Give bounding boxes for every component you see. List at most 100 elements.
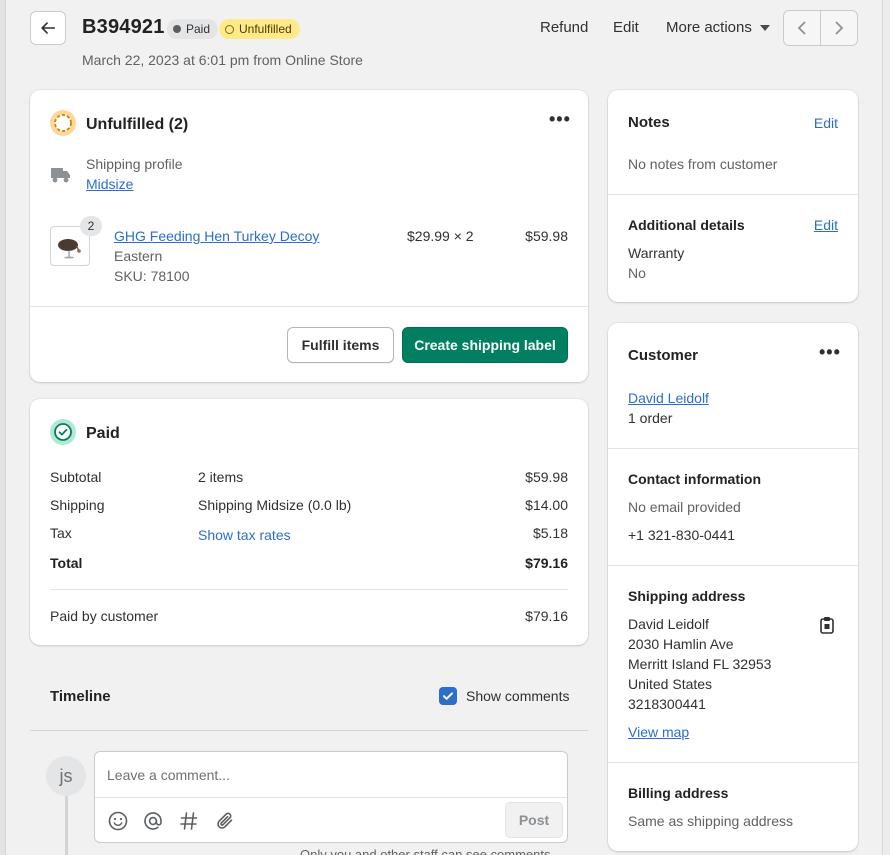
copy-clipboard-icon[interactable] bbox=[819, 616, 835, 637]
order-date-source: March 22, 2023 at 6:01 pm from Online St… bbox=[82, 52, 363, 68]
unfulfilled-more-icon[interactable]: ••• bbox=[549, 109, 571, 130]
fulfillment-status-badge: Unfulfilled bbox=[219, 19, 300, 39]
timeline-line bbox=[65, 796, 68, 855]
edit-order-button[interactable]: Edit bbox=[613, 19, 639, 36]
order-pager bbox=[783, 10, 858, 46]
tax-label: Tax bbox=[50, 525, 72, 541]
paid-by-label: Paid by customer bbox=[50, 608, 159, 624]
chevron-right-icon bbox=[835, 21, 844, 35]
notes-title: Notes bbox=[628, 114, 670, 131]
next-order-button[interactable] bbox=[821, 11, 857, 45]
fulfill-items-button[interactable]: Fulfill items bbox=[287, 327, 394, 363]
shipping-address-line: United States bbox=[628, 676, 713, 692]
unfulfilled-card: Unfulfilled (2) ••• Shipping profile Mid… bbox=[30, 90, 588, 382]
caret-down-icon bbox=[759, 24, 770, 31]
truck-icon bbox=[50, 166, 72, 187]
chevron-left-icon bbox=[797, 21, 806, 35]
paid-title: Paid bbox=[86, 425, 120, 442]
customer-divider-2 bbox=[608, 565, 858, 566]
product-variant: Eastern bbox=[114, 248, 163, 264]
refund-button[interactable]: Refund bbox=[540, 19, 588, 36]
comment-composer: Post bbox=[94, 751, 568, 843]
more-actions-label: More actions bbox=[666, 19, 752, 36]
fulfillment-status-label: Unfulfilled bbox=[239, 22, 292, 36]
tax-value: $5.18 bbox=[532, 525, 568, 541]
customer-email: No email provided bbox=[628, 499, 741, 515]
shipping-address-line: David Leidolf bbox=[628, 616, 709, 632]
attachment-icon[interactable] bbox=[214, 810, 236, 832]
edit-notes-button[interactable]: Edit bbox=[814, 115, 838, 131]
comments-visibility-note: Only you and other staff can see comment… bbox=[300, 847, 551, 855]
customer-more-icon[interactable]: ••• bbox=[819, 342, 841, 363]
contact-info-title: Contact information bbox=[628, 471, 761, 487]
unfulfilled-title: Unfulfilled (2) bbox=[86, 116, 189, 133]
shipping-address-title: Shipping address bbox=[628, 588, 746, 604]
back-button[interactable] bbox=[30, 11, 66, 45]
customer-title: Customer bbox=[628, 347, 699, 364]
customer-phone: +1 321-830-0441 bbox=[628, 527, 736, 543]
show-tax-rates-link[interactable]: Show tax rates bbox=[198, 527, 291, 543]
payment-status-badge: Paid bbox=[167, 19, 219, 39]
timeline-title: Timeline bbox=[50, 688, 111, 705]
shipping-address-line: 2030 Hamlin Ave bbox=[628, 636, 734, 652]
customer-divider-1 bbox=[608, 448, 858, 449]
order-number: B394921 bbox=[82, 16, 165, 38]
quantity-badge: 2 bbox=[80, 216, 102, 236]
shipping-value: $14.00 bbox=[525, 497, 568, 513]
emoji-icon[interactable] bbox=[107, 810, 129, 832]
unit-price: $29.99 × 2 bbox=[407, 228, 474, 244]
billing-address-title: Billing address bbox=[628, 785, 729, 801]
timeline-divider bbox=[30, 730, 588, 731]
customer-card: Customer ••• David Leidolf 1 order Conta… bbox=[608, 323, 858, 851]
payment-card: Paid Subtotal 2 items $59.98 Shipping Sh… bbox=[30, 399, 588, 645]
line-total: $59.98 bbox=[525, 228, 568, 244]
notes-card: Notes Edit No notes from customer Additi… bbox=[608, 90, 858, 302]
comment-input[interactable] bbox=[95, 752, 567, 798]
total-value: $79.16 bbox=[525, 555, 568, 571]
warranty-label: Warranty bbox=[628, 245, 685, 261]
subtotal-label: Subtotal bbox=[50, 469, 102, 485]
notes-divider bbox=[608, 194, 858, 195]
create-shipping-label-button[interactable]: Create shipping label bbox=[402, 327, 568, 363]
status-ring-icon bbox=[225, 24, 234, 34]
show-comments-label: Show comments bbox=[466, 688, 570, 704]
left-edge-rail bbox=[0, 0, 6, 855]
edit-additional-details-button[interactable]: Edit bbox=[814, 217, 838, 233]
product-name-link[interactable]: GHG Feeding Hen Turkey Decoy bbox=[114, 228, 319, 244]
shipping-address-line: Merritt Island FL 32953 bbox=[628, 656, 772, 672]
mention-icon[interactable] bbox=[142, 810, 164, 832]
status-dot-icon bbox=[173, 25, 181, 33]
total-label: Total bbox=[50, 555, 83, 571]
hashtag-icon[interactable] bbox=[178, 810, 200, 832]
view-map-link[interactable]: View map bbox=[628, 724, 689, 740]
shipping-profile-link[interactable]: Midsize bbox=[86, 176, 133, 192]
shipping-label: Shipping bbox=[50, 497, 105, 513]
payment-divider bbox=[50, 589, 568, 590]
post-comment-button[interactable]: Post bbox=[505, 802, 563, 838]
previous-order-button[interactable] bbox=[784, 11, 821, 45]
more-actions-button[interactable]: More actions bbox=[666, 19, 770, 36]
subtotal-value: $59.98 bbox=[525, 469, 568, 485]
warranty-value: No bbox=[628, 265, 646, 281]
unfulfilled-status-icon bbox=[50, 110, 76, 136]
shipping-profile-label: Shipping profile bbox=[86, 156, 183, 172]
checkmark-icon bbox=[443, 692, 453, 700]
staff-avatar: js bbox=[46, 756, 86, 796]
scrollbar-track[interactable] bbox=[882, 0, 890, 855]
notes-empty-text: No notes from customer bbox=[628, 156, 778, 172]
shipping-detail: Shipping Midsize (0.0 lb) bbox=[198, 497, 352, 513]
customer-order-count: 1 order bbox=[628, 410, 673, 426]
shipping-address-line: 3218300441 bbox=[628, 696, 706, 712]
paid-status-icon bbox=[50, 419, 76, 445]
show-comments-checkbox[interactable] bbox=[439, 687, 457, 705]
card-divider bbox=[30, 306, 588, 307]
arrow-left-icon bbox=[41, 22, 56, 34]
additional-details-title: Additional details bbox=[628, 217, 745, 233]
billing-address-value: Same as shipping address bbox=[628, 813, 793, 829]
payment-status-label: Paid bbox=[186, 22, 211, 36]
paid-by-value: $79.16 bbox=[525, 608, 568, 624]
turkey-decoy-image-icon bbox=[58, 239, 81, 259]
customer-name-link[interactable]: David Leidolf bbox=[628, 390, 709, 406]
subtotal-detail: 2 items bbox=[198, 469, 244, 485]
product-sku: SKU: 78100 bbox=[114, 268, 190, 284]
